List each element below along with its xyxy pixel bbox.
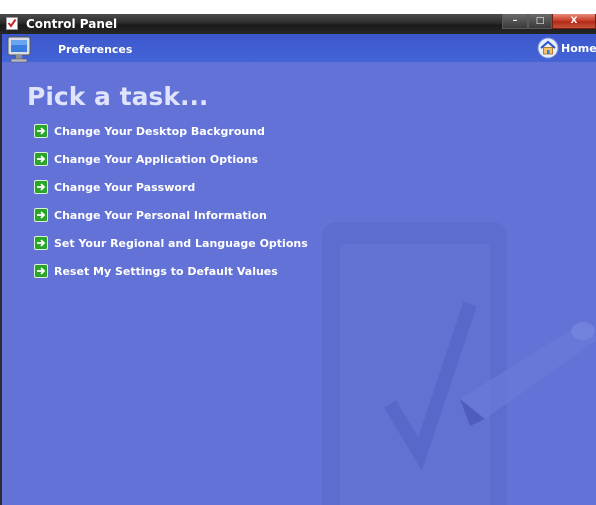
maximize-button[interactable]: □ (528, 14, 552, 29)
window-left-border (0, 34, 2, 505)
checklist-pen-watermark (322, 222, 596, 505)
task-label: Change Your Application Options (54, 152, 259, 166)
task-label: Change Your Password (54, 180, 196, 194)
minimize-button[interactable]: – (502, 14, 528, 29)
toolbar: Preferences Home (0, 34, 596, 63)
green-arrow-icon (34, 180, 48, 194)
task-password[interactable]: Change Your Password (34, 173, 308, 201)
task-label: Change Your Desktop Background (54, 124, 265, 138)
task-reset-settings[interactable]: Reset My Settings to Default Values (34, 257, 308, 285)
green-arrow-icon (34, 236, 48, 250)
close-icon: X (570, 16, 578, 26)
task-label: Reset My Settings to Default Values (54, 264, 278, 278)
green-arrow-icon (34, 208, 48, 222)
control-panel-icon (6, 17, 18, 30)
section-title: Preferences (58, 43, 133, 56)
monitor-icon (7, 36, 31, 63)
minimize-icon: – (512, 16, 518, 26)
maximize-icon: □ (535, 16, 545, 26)
window-title: Control Panel (26, 17, 118, 31)
green-arrow-icon (34, 152, 48, 166)
home-icon (537, 37, 559, 59)
task-regional-language[interactable]: Set Your Regional and Language Options (34, 229, 308, 257)
page-heading: Pick a task... (27, 82, 209, 111)
home-button[interactable]: Home (537, 37, 596, 59)
green-arrow-icon (34, 264, 48, 278)
window-controls: – □ X (502, 14, 596, 30)
task-label: Change Your Personal Information (54, 208, 267, 222)
home-label: Home (561, 41, 596, 55)
task-list: Change Your Desktop Background Change Yo… (34, 117, 308, 285)
green-arrow-icon (34, 124, 48, 138)
control-panel-window: Control Panel – □ X Preferences Home Pic… (0, 14, 596, 505)
task-application-options[interactable]: Change Your Application Options (34, 145, 308, 173)
title-bar[interactable]: Control Panel – □ X (0, 14, 596, 34)
close-button[interactable]: X (552, 14, 596, 29)
task-personal-information[interactable]: Change Your Personal Information (34, 201, 308, 229)
task-label: Set Your Regional and Language Options (54, 236, 308, 250)
task-desktop-background[interactable]: Change Your Desktop Background (34, 117, 308, 145)
